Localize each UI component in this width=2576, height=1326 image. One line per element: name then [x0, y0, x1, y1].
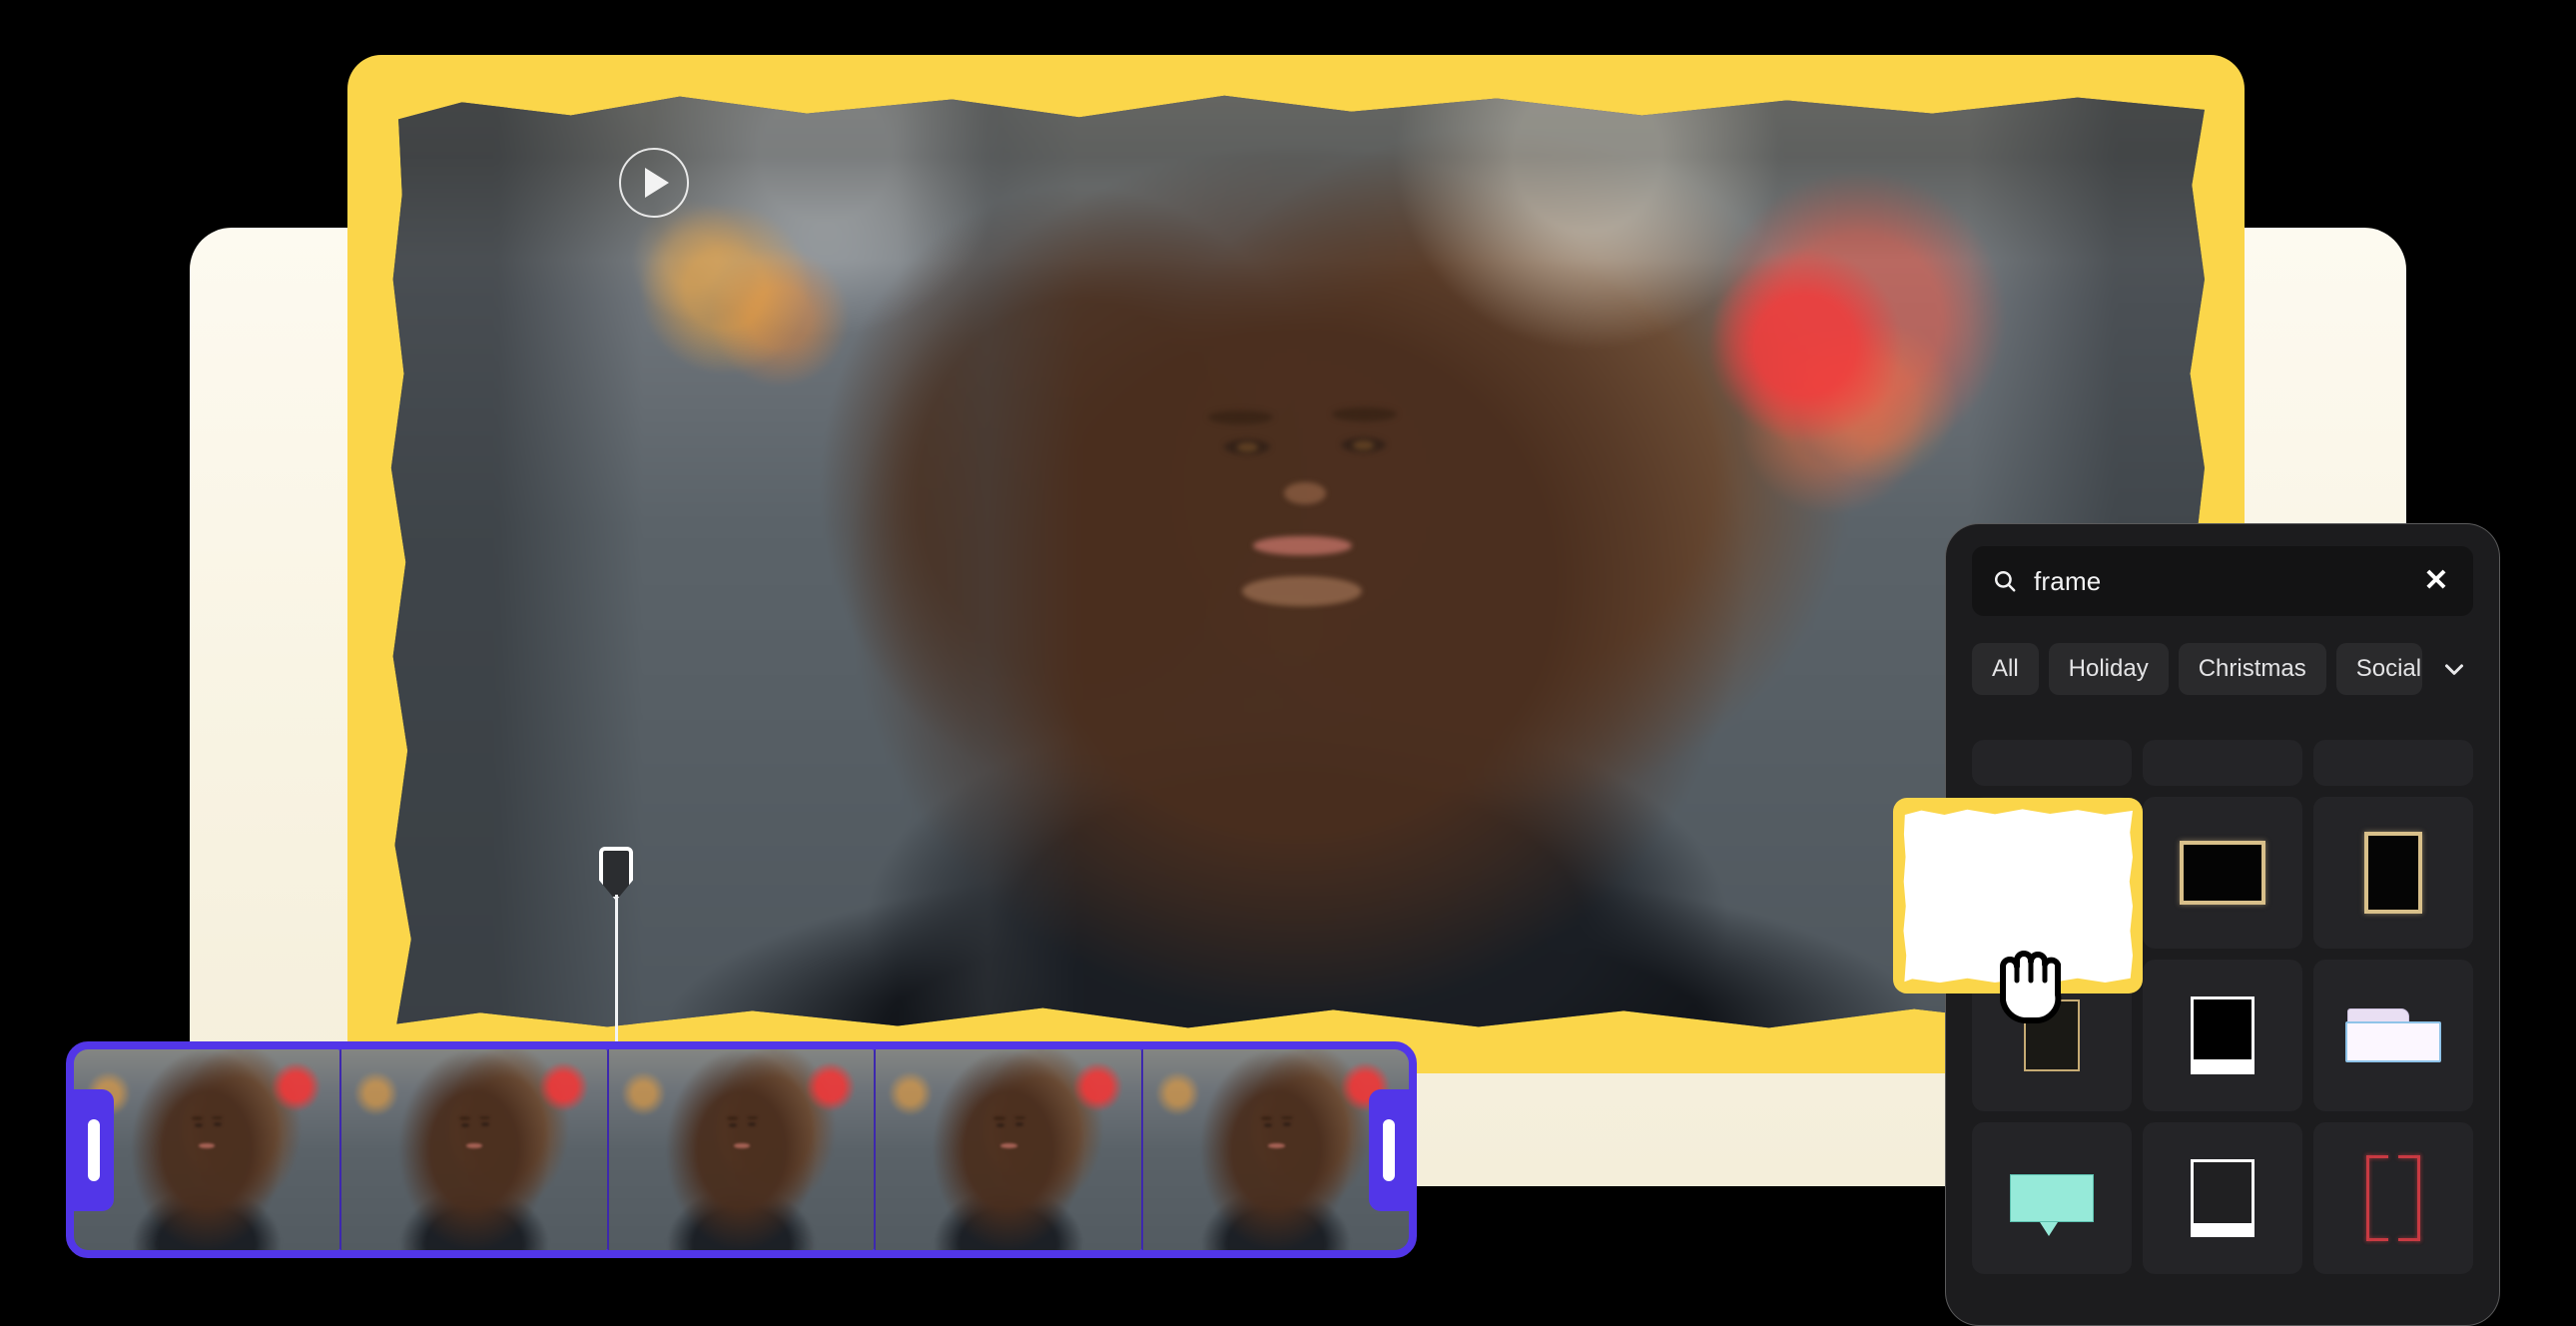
timeline-thumbnail[interactable] — [606, 1049, 875, 1250]
thumb-eye-left — [461, 1122, 470, 1127]
playhead-handle-icon[interactable] — [599, 847, 633, 901]
timeline-clip[interactable] — [66, 1041, 1417, 1258]
search-bar[interactable]: frame ✕ — [1972, 546, 2473, 616]
teal-speech-bubble-frame-icon — [2010, 1174, 2094, 1236]
frame-item-polaroid-white[interactable] — [2143, 1122, 2302, 1274]
thumb-image — [340, 1049, 607, 1250]
category-tabs: All Holiday Christmas Social — [1972, 642, 2473, 696]
thumb-brow-left — [726, 1116, 738, 1120]
frame-item-gold-landscape[interactable] — [2143, 797, 2302, 949]
frame-item-gold-portrait[interactable] — [2313, 797, 2473, 949]
timeline-thumbnail[interactable] — [338, 1049, 607, 1250]
tab-social[interactable]: Social — [2335, 643, 2422, 695]
play-button[interactable] — [619, 148, 689, 218]
search-input[interactable]: frame — [2034, 566, 2403, 597]
tab-holiday[interactable]: Holiday — [2048, 643, 2169, 695]
polaroid-dark-frame-icon — [2191, 996, 2254, 1074]
iris-left — [1237, 442, 1258, 453]
frame-item-folder[interactable] — [2313, 960, 2473, 1111]
gold-portrait-frame-icon — [2364, 832, 2422, 914]
close-icon[interactable]: ✕ — [2419, 564, 2453, 598]
thumb-image — [608, 1049, 875, 1250]
trim-handle-left[interactable] — [88, 1118, 100, 1181]
editor-canvas: frame ✕ All Holiday Christmas Social — [0, 0, 2576, 1326]
thumb-eye-right — [480, 1122, 489, 1127]
red-bracket-frame-icon — [2366, 1155, 2420, 1241]
trim-handle-right[interactable] — [1383, 1118, 1395, 1181]
thumb-image — [876, 1049, 1142, 1250]
thumb-brow-left — [192, 1116, 204, 1120]
search-icon — [1992, 568, 2018, 594]
panel-header: frame ✕ All Holiday Christmas Social — [1946, 524, 2499, 696]
thumb-brow-left — [993, 1116, 1005, 1120]
polaroid-white-frame-icon — [2191, 1159, 2254, 1237]
frame-item-polaroid-dark[interactable] — [2143, 960, 2302, 1111]
lips — [1253, 535, 1352, 556]
thumb-eye-left — [729, 1122, 738, 1127]
play-triangle-icon — [645, 168, 669, 198]
frame-item-partial[interactable] — [2313, 740, 2473, 786]
frame-item-bubble[interactable] — [1972, 1122, 2132, 1274]
lavender-folder-frame-icon — [2345, 1008, 2441, 1062]
grabbing-hand-cursor — [1989, 929, 2069, 1030]
tab-christmas[interactable]: Christmas — [2178, 643, 2326, 695]
tab-all[interactable]: All — [1972, 643, 2039, 695]
thumb-eye-left — [996, 1122, 1005, 1127]
gold-landscape-frame-icon — [2180, 841, 2265, 905]
thumb-eye-left — [1263, 1122, 1272, 1127]
thumb-eye-left — [194, 1122, 203, 1127]
thumb-brow-left — [458, 1116, 470, 1120]
frame-item-partial[interactable] — [2143, 740, 2302, 786]
frame-item-red-bracket[interactable] — [2313, 1122, 2473, 1274]
frame-item-partial[interactable] — [1972, 740, 2132, 786]
chevron-down-icon[interactable] — [2432, 646, 2473, 692]
timeline-thumbnail[interactable] — [874, 1049, 1142, 1250]
